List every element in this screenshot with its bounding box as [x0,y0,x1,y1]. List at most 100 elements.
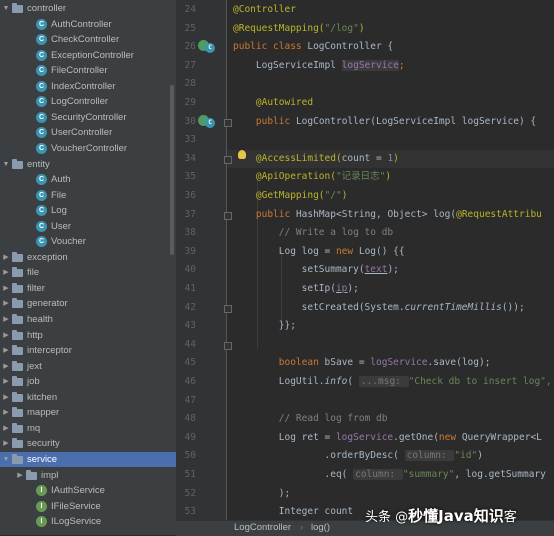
code-line[interactable]: setCreated(System.currentTimeMillis()); [233,299,525,318]
class-icon: C [36,49,47,61]
code-line[interactable]: @AccessLimited(count = 1) [233,150,399,169]
tree-folder-entity[interactable]: ▼ entity [0,157,176,173]
tree-folder-filter[interactable]: ▶ filter [0,281,176,297]
fold-marker-icon[interactable] [224,211,232,220]
fold-marker-icon[interactable] [224,155,232,164]
collapse-arrow-icon[interactable]: ▶ [2,374,10,390]
spring-bean-icon[interactable]: C [198,40,216,54]
code-line[interactable]: Integer count [233,503,359,520]
tree-file-logcontroller[interactable]: C LogController [0,94,176,110]
code-editor[interactable]: @Controller @RequestMapping("/log") public… [227,0,554,520]
folder-icon [12,438,23,449]
tree-folder-controller[interactable]: ▼ controller [0,1,176,17]
tree-folder-mq[interactable]: ▶ mq [0,421,176,437]
collapse-arrow-icon[interactable]: ▶ [2,328,10,344]
collapse-arrow-icon[interactable]: ▶ [2,343,10,359]
code-line[interactable]: @Controller [233,1,296,20]
tree-file-checkcontroller[interactable]: C CheckController [0,32,176,48]
tree-file-authcontroller[interactable]: C AuthController [0,17,176,33]
tree-folder-impl[interactable]: ▶ impl [0,468,176,484]
tree-file-exceptioncontroller[interactable]: C ExceptionController [0,48,176,64]
expand-arrow-icon[interactable]: ▼ [2,157,10,173]
tree-folder-mapper[interactable]: ▶ mapper [0,405,176,421]
tree-file-vouchercontroller[interactable]: C VoucherController [0,141,176,157]
collapse-arrow-icon[interactable]: ▶ [2,296,10,312]
collapse-arrow-icon[interactable]: ▶ [2,421,10,437]
code-line[interactable]: }}; [233,317,296,336]
line-number: 37 [184,208,196,220]
fold-marker-icon[interactable] [224,304,232,313]
tree-folder-interceptor[interactable]: ▶ interceptor [0,343,176,359]
tree-item-label: CheckController [51,34,120,46]
tree-file-user[interactable]: C User [0,219,176,235]
collapse-arrow-icon[interactable]: ▶ [2,312,10,328]
collapse-arrow-icon[interactable]: ▶ [16,468,24,484]
collapse-arrow-icon[interactable]: ▶ [2,265,10,281]
code-line[interactable]: ); [233,485,290,504]
collapse-arrow-icon[interactable]: ▶ [2,359,10,375]
code-line[interactable]: public HashMap<String, Object> log(@Requ… [233,206,542,225]
tree-folder-file[interactable]: ▶ file [0,265,176,281]
tree-folder-http[interactable]: ▶ http [0,328,176,344]
tree-file-iauthservice[interactable]: I IAuthService [0,483,176,499]
spring-bean-icon[interactable]: C [198,114,216,129]
code-token: ) [477,450,483,462]
tree-folder-generator[interactable]: ▶ generator [0,296,176,312]
code-line[interactable]: Log log = new Log() {{ [233,243,405,262]
code-token: ; [398,59,405,71]
expand-arrow-icon[interactable]: ▼ [2,1,10,17]
code-token: }}; [233,320,296,332]
tree-folder-kitchen[interactable]: ▶ kitchen [0,390,176,406]
code-line[interactable]: boolean bSave = logService.save(log); [233,354,491,373]
code-line[interactable]: setSummary(text); [233,261,399,280]
tree-file-log[interactable]: C Log [0,203,176,219]
code-line[interactable]: Log ret = logService.getOne(new QueryWra… [233,429,542,448]
code-line[interactable]: .orderByDesc( column: "id") [233,447,483,466]
tree-file-ifileservice[interactable]: I IFileService [0,499,176,515]
tree-file-voucher[interactable]: C Voucher [0,234,176,250]
code-line[interactable]: // Write a log to db [233,224,393,243]
interface-icon: I [36,485,47,497]
tree-folder-security[interactable]: ▶ security [0,436,176,452]
tree-file-file[interactable]: C File [0,188,176,204]
fold-marker-icon[interactable] [224,118,232,127]
tree-file-indexcontroller[interactable]: C IndexController [0,79,176,95]
expand-arrow-icon[interactable]: ▼ [2,452,10,468]
collapse-arrow-icon[interactable]: ▶ [2,436,10,452]
tree-item-label: ExceptionController [51,49,134,61]
code-token: count = [341,152,388,164]
tree-folder-exception[interactable]: ▶ exception [0,250,176,266]
project-tree[interactable]: ▼ controller C AuthController C CheckControll… [0,0,176,535]
code-line[interactable]: public class LogController { [233,38,393,57]
tree-file-securitycontroller[interactable]: C SecurityController [0,110,176,126]
code-line[interactable]: // Read log from db [233,410,388,429]
code-line[interactable]: @ApiOperation("记录日志") [233,168,391,187]
intention-lightbulb-icon[interactable] [238,150,246,159]
code-line[interactable]: LogServiceImpl logService; [233,57,405,76]
tree-file-filecontroller[interactable]: C FileController [0,63,176,79]
collapse-arrow-icon[interactable]: ▶ [2,281,10,297]
tree-file-ilogservice[interactable]: I ILogService [0,514,176,530]
code-line[interactable]: public LogController(LogServiceImpl logS… [233,113,542,132]
line-number: 46 [184,376,196,387]
code-line[interactable]: .eq( column: "summary", log.getSummary [233,466,546,485]
tree-file-usercontroller[interactable]: C UserController [0,125,176,141]
collapse-arrow-icon[interactable]: ▶ [2,250,10,266]
tree-folder-job[interactable]: ▶ job [0,374,176,390]
collapse-arrow-icon[interactable]: ▶ [2,390,10,406]
code-line[interactable]: LogUtil.info( ...msg: "Check db to inser… [233,373,552,392]
tree-folder-health[interactable]: ▶ health [0,312,176,328]
tree-folder-jext[interactable]: ▶ jext [0,359,176,375]
tree-scrollbar[interactable] [170,85,174,255]
breadcrumb-method[interactable]: log() [311,522,330,533]
collapse-arrow-icon[interactable]: ▶ [2,405,10,421]
code-line[interactable]: @RequestMapping("/log") [233,20,365,39]
code-line[interactable]: @Autowired [233,94,313,113]
code-line[interactable]: setIp(ip); [233,280,359,299]
tree-file-auth[interactable]: C Auth [0,172,176,188]
breadcrumb-class[interactable]: LogController [234,522,291,533]
code-token: ) [393,152,399,164]
fold-marker-icon[interactable] [224,341,232,350]
code-line[interactable]: @GetMapping("/") [233,187,348,206]
tree-folder-service[interactable]: ▼ service [0,451,176,468]
